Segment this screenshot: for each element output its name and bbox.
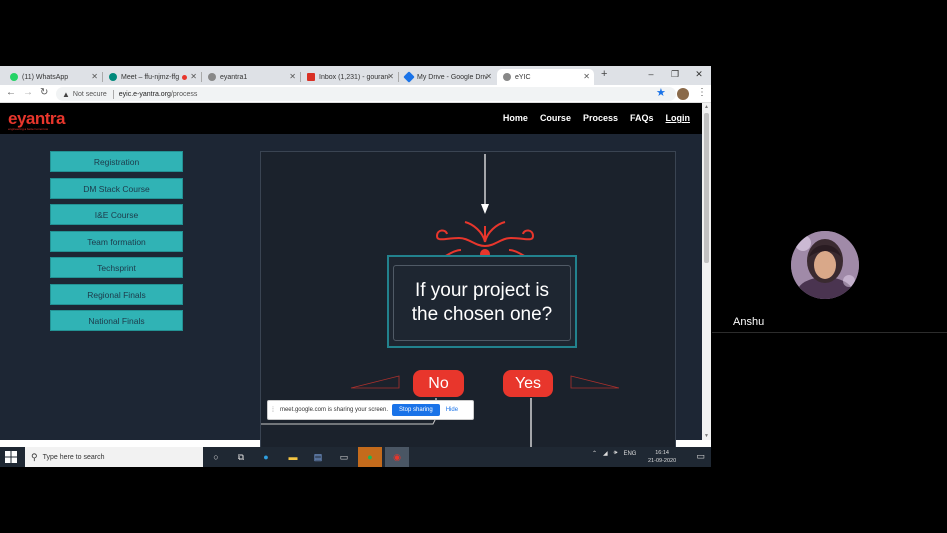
meet-icon (109, 73, 117, 81)
scrollbar-thumb[interactable] (704, 113, 709, 263)
search-icon: ⚲ (31, 451, 38, 462)
store-icon[interactable]: ▤ (311, 450, 325, 464)
forward-icon[interactable]: → (23, 87, 33, 98)
nav-faqs[interactable]: FAQs (630, 113, 654, 123)
tab-label: eYIC (515, 73, 531, 81)
globe-icon (208, 73, 216, 81)
tab-label: (11) WhatsApp (22, 73, 69, 81)
shared-screen: (11) WhatsApp ✕ Meet – ffu-njmz-ffg ✕ ey… (0, 66, 711, 467)
tab-gmail[interactable]: Inbox (1,231) - gourang ✕ (301, 69, 399, 85)
sidebar-item-team-formation[interactable]: Team formation (50, 231, 183, 252)
site-header: eyantra engineering a better tomorrow Ho… (0, 103, 702, 134)
cortana-icon[interactable]: ○ (209, 450, 223, 464)
site-nav: Home Course Process FAQs Login (503, 113, 690, 123)
stop-sharing-button[interactable]: Stop sharing (392, 404, 440, 416)
close-icon[interactable]: ✕ (289, 72, 296, 81)
recording-dot-icon (182, 74, 188, 80)
tab-label: My Drive - Google Drive (417, 73, 487, 81)
chevron-up-icon[interactable]: ⌃ (592, 450, 597, 457)
eyantra-logo[interactable]: eyantra engineering a better tomorrow (8, 109, 65, 131)
taskbar-clock[interactable]: 16:14 21-09-2020 (648, 449, 676, 465)
task-view-icon[interactable]: ⧉ (234, 450, 248, 464)
close-window-button[interactable]: ✕ (687, 66, 711, 85)
language-indicator[interactable]: ENG (623, 451, 636, 457)
sidebar-item-ie-course[interactable]: I&E Course (50, 204, 183, 225)
eyic-website: eyantra engineering a better tomorrow Ho… (0, 103, 702, 452)
nav-process[interactable]: Process (583, 113, 618, 123)
close-icon[interactable]: ✕ (387, 72, 394, 81)
nav-home[interactable]: Home (503, 113, 528, 123)
close-icon[interactable]: ✕ (91, 72, 98, 81)
system-tray: ⌃ ◢ 🕪 ENG (592, 450, 636, 457)
address-bar: ← → ↻ ▲ Not secure eyic.e-yantra.org/pro… (0, 85, 711, 103)
tab-label: eyantra1 (220, 73, 248, 81)
sidebar-item-dm-stack-course[interactable]: DM Stack Course (50, 178, 183, 199)
participant-divider (712, 332, 947, 333)
tab-whatsapp[interactable]: (11) WhatsApp ✕ (4, 69, 103, 85)
nav-course[interactable]: Course (540, 113, 571, 123)
hide-button[interactable]: Hide (446, 407, 458, 413)
tab-label: Meet – ffu-njmz-ffg (121, 73, 180, 81)
screen-share-banner: ⁞ meet.google.com is sharing your screen… (267, 400, 474, 420)
profile-avatar[interactable] (677, 88, 689, 100)
drive-icon (403, 71, 415, 83)
menu-kebab-icon[interactable]: ⋮ (697, 87, 707, 98)
whatsapp-icon (10, 73, 18, 81)
browser-tab-bar: (11) WhatsApp ✕ Meet – ffu-njmz-ffg ✕ ey… (0, 66, 711, 85)
tab-label: Inbox (1,231) - gourang (319, 73, 389, 81)
share-message: meet.google.com is sharing your screen. (279, 407, 389, 413)
taskbar-search-input[interactable]: ⚲ Type here to search (25, 447, 203, 467)
tab-meet[interactable]: Meet – ffu-njmz-ffg ✕ (103, 69, 202, 85)
back-icon[interactable]: ← (6, 87, 16, 98)
url-input[interactable]: ▲ Not secure eyic.e-yantra.org/process (56, 87, 676, 101)
decision-box: If your project is the chosen one? (387, 255, 577, 348)
wifi-icon[interactable]: ◢ (603, 450, 608, 457)
tab-drive[interactable]: My Drive - Google Drive ✕ (399, 69, 496, 85)
sidebar-item-regional-finals[interactable]: Regional Finals (50, 284, 183, 305)
close-icon[interactable]: ✕ (485, 72, 492, 81)
maximize-button[interactable]: ❐ (663, 66, 687, 85)
decision-question: If your project is the chosen one? (393, 265, 571, 341)
nav-login[interactable]: Login (666, 113, 691, 123)
warning-icon: ▲ (62, 89, 70, 99)
drag-handle-icon[interactable]: ⁞ (272, 407, 274, 414)
reload-icon[interactable]: ↻ (40, 87, 48, 98)
globe-icon (503, 73, 511, 81)
close-icon[interactable]: ✕ (190, 72, 197, 81)
meet-window: { "browser": { "tabs": [ {"label": "(11)… (0, 0, 947, 533)
tab-eyic[interactable]: eYIC ✕ (497, 69, 594, 85)
new-tab-button[interactable]: + (601, 68, 607, 80)
gmail-icon (307, 73, 315, 81)
chrome-taskbar-icon[interactable]: ◉ (385, 447, 409, 467)
url-text: eyic.e-yantra.org/process (118, 90, 198, 98)
security-label: Not secure (72, 90, 107, 98)
minimize-button[interactable]: – (639, 66, 663, 85)
notification-icon[interactable]: ▭ (696, 451, 705, 462)
edge-icon[interactable]: ● (259, 450, 273, 464)
tab-eyantra1[interactable]: eyantra1 ✕ (202, 69, 301, 85)
bookmark-star-icon[interactable]: ★ (656, 86, 666, 99)
sidebar-item-national-finals[interactable]: National Finals (50, 310, 183, 331)
terminal-icon[interactable]: ▭ (337, 450, 351, 464)
file-explorer-icon[interactable]: ▬ (286, 450, 300, 464)
window-controls: – ❐ ✕ (639, 66, 711, 85)
close-icon[interactable]: ✕ (583, 72, 590, 81)
app-taskbar-icon[interactable]: ● (358, 447, 382, 467)
windows-taskbar: ⚲ Type here to search ○ ⧉ ● ▬ ▤ ▭ ● ◉ ⌃ … (0, 447, 711, 467)
participant-name: Anshu (733, 316, 765, 328)
windows-start-icon[interactable] (5, 451, 17, 463)
participant-avatar (791, 231, 859, 299)
no-pill: No (413, 370, 464, 397)
page-scrollbar[interactable]: ▲ ▼ (702, 103, 711, 440)
yes-pill: Yes (503, 370, 553, 397)
sidebar-item-techsprint[interactable]: Techsprint (50, 257, 183, 278)
sidebar-item-registration[interactable]: Registration (50, 151, 183, 172)
search-placeholder: Type here to search (42, 453, 105, 461)
volume-icon[interactable]: 🕪 (614, 450, 618, 457)
